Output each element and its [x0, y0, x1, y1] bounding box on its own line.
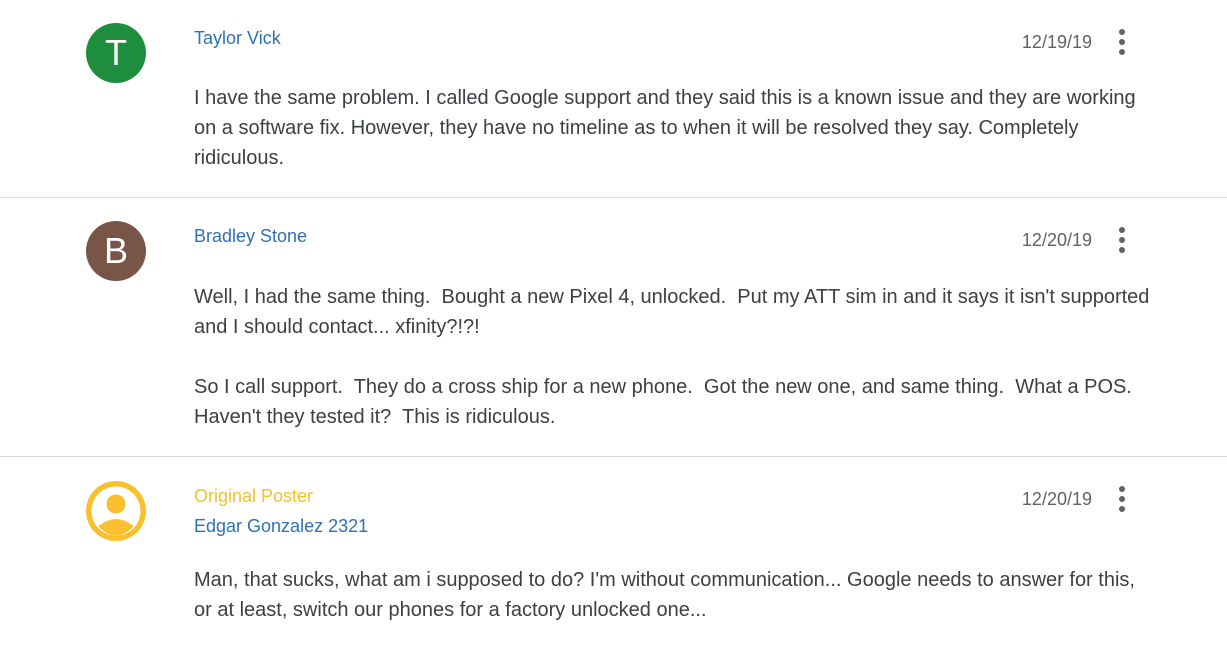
post-body: Well, I had the same thing. Bought a new… [194, 282, 1154, 432]
more-options-icon[interactable] [1110, 27, 1134, 57]
avatar-letter: B [103, 230, 128, 271]
reply-post: B Bradley Stone 12/20/19 Well, I had the… [0, 198, 1227, 457]
reply-post: T Taylor Vick 12/19/19 I have the same p… [0, 0, 1227, 198]
post-date: 12/19/19 [1021, 32, 1092, 52]
reply-thread: T Taylor Vick 12/19/19 I have the same p… [0, 0, 1227, 648]
account-circle-icon[interactable] [86, 481, 146, 541]
avatar[interactable]: B [86, 221, 146, 281]
more-options-icon[interactable] [1110, 225, 1134, 255]
author-link[interactable]: Edgar Gonzalez 2321 [194, 516, 368, 537]
author-link[interactable]: Taylor Vick [194, 28, 281, 49]
original-poster-label: Original Poster [194, 486, 314, 506]
avatar[interactable]: T [86, 23, 146, 83]
post-paragraph: So I call support. They do a cross ship … [194, 376, 1144, 428]
more-options-icon[interactable] [1110, 484, 1134, 514]
author-link[interactable]: Bradley Stone [194, 226, 307, 247]
post-date: 12/20/19 [1021, 230, 1092, 250]
post-date: 12/20/19 [1021, 489, 1092, 509]
avatar-letter: T [105, 32, 127, 73]
post-paragraph: I have the same problem. I called Google… [194, 87, 1142, 169]
post-paragraph: Well, I had the same thing. Bought a new… [194, 286, 1155, 338]
post-body: Man, that sucks, what am i supposed to d… [194, 565, 1154, 625]
post-paragraph: Man, that sucks, what am i supposed to d… [194, 569, 1141, 621]
reply-post: Original Poster Edgar Gonzalez 2321 12/2… [0, 457, 1227, 648]
post-body: I have the same problem. I called Google… [194, 83, 1154, 173]
